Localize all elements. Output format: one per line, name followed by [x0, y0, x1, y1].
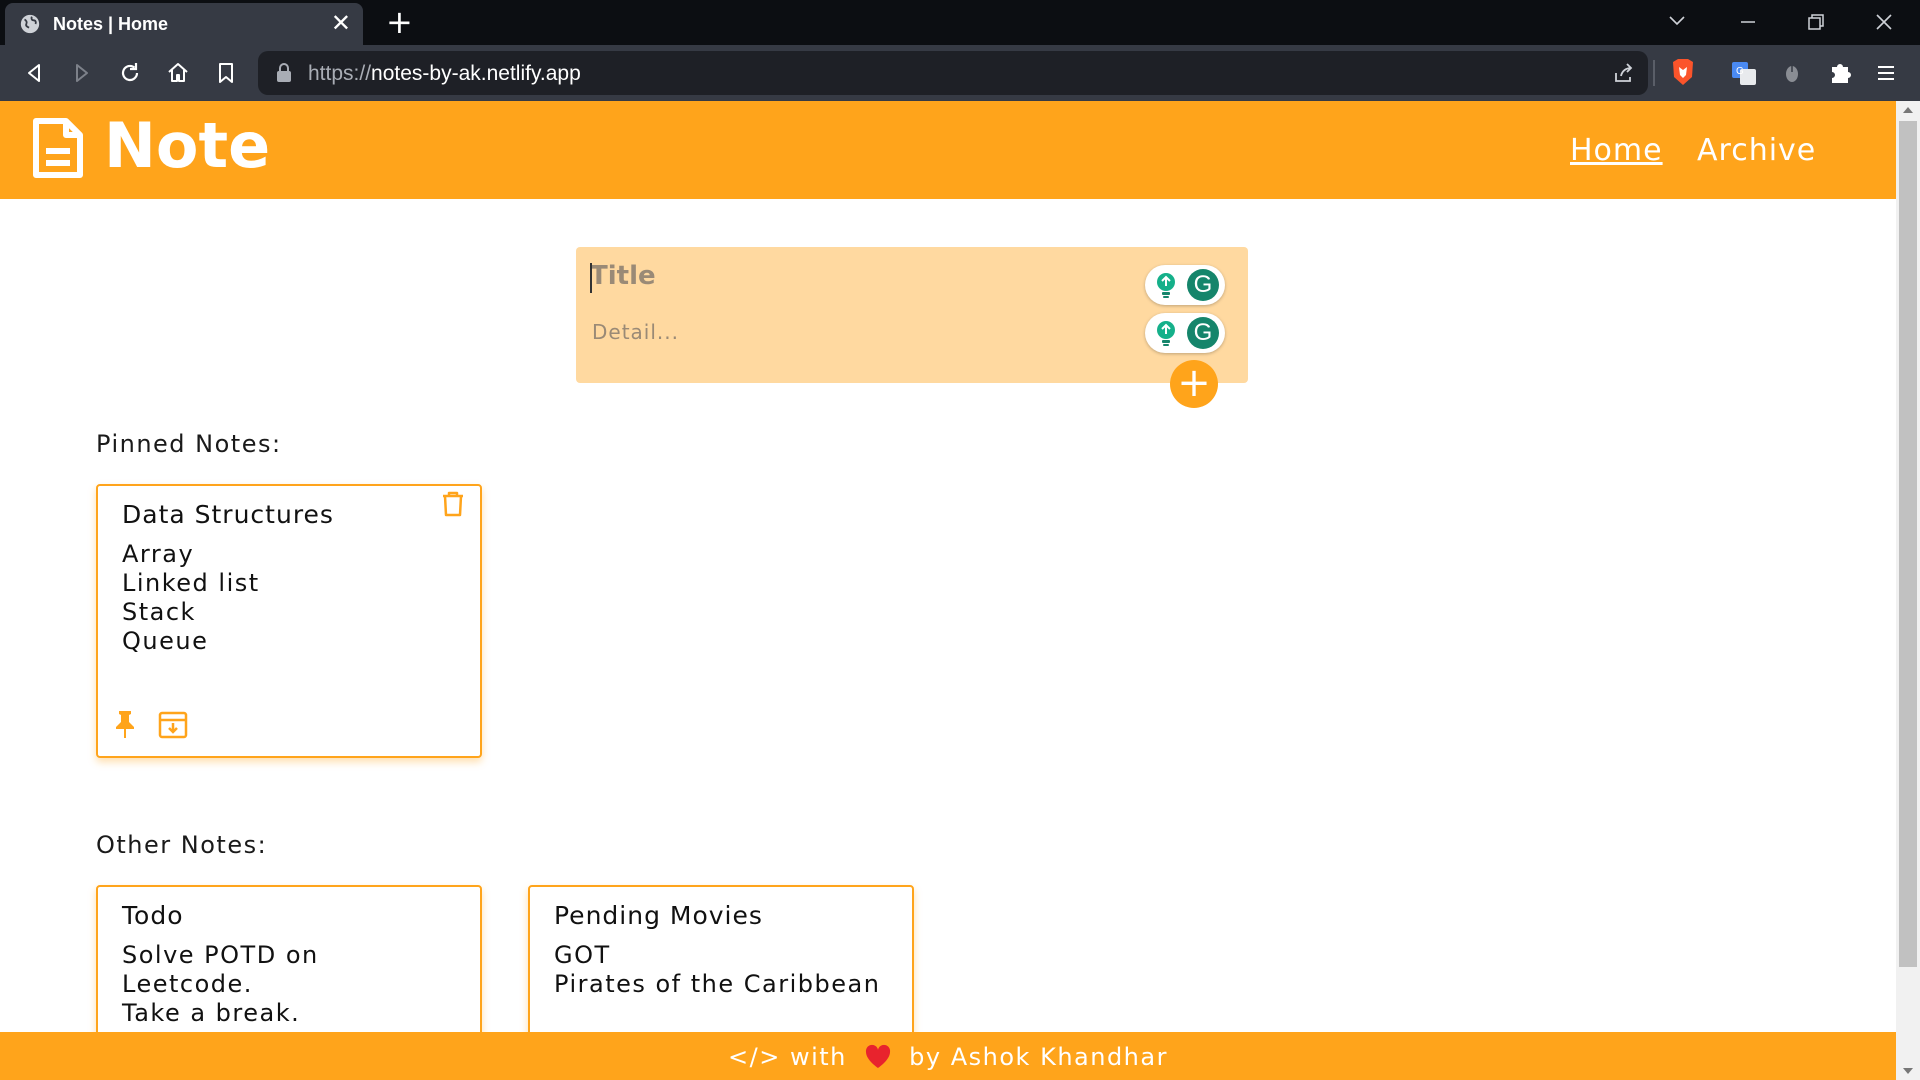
tab-title: Notes | Home: [53, 14, 169, 34]
restore-icon[interactable]: [1806, 12, 1826, 32]
grammarly-icon[interactable]: G: [1187, 317, 1219, 349]
footer-author: by Ashok Khandhar: [909, 1043, 1168, 1071]
lightbulb-icon[interactable]: [1153, 271, 1179, 299]
toolbar-separator: [1653, 60, 1655, 86]
pinned-notes-label: Pinned Notes:: [96, 430, 282, 458]
app-footer: </> with by Ashok Khandhar: [0, 1032, 1896, 1080]
grammarly-widget-title[interactable]: G: [1145, 265, 1225, 305]
lock-icon[interactable]: [276, 63, 292, 83]
svg-text:G: G: [1736, 66, 1744, 77]
menu-icon[interactable]: [1872, 59, 1900, 87]
browser-toolbar: https://notes-by-ak.netlify.app G: [0, 45, 1920, 101]
grammarly-icon[interactable]: G: [1187, 269, 1219, 301]
app-header: Note Home Archive: [0, 101, 1896, 199]
extension-mouse-icon[interactable]: [1778, 59, 1806, 87]
nav-archive-link[interactable]: Archive: [1697, 133, 1816, 168]
note-title: Todo: [122, 901, 184, 930]
nav-home-link[interactable]: Home: [1570, 133, 1663, 168]
scroll-down-icon[interactable]: [1902, 1067, 1914, 1075]
document-icon: [33, 118, 83, 178]
note-composer: Title Detail... G G: [576, 247, 1248, 383]
new-tab-button[interactable]: +: [386, 6, 413, 38]
browser-tab[interactable]: Notes | Home ✕: [5, 3, 363, 45]
note-body: GOT Pirates of the Caribbean: [554, 941, 881, 998]
home-icon[interactable]: [164, 59, 192, 87]
minimize-icon[interactable]: [1738, 12, 1758, 32]
archive-icon[interactable]: [158, 711, 188, 739]
app-logo-text[interactable]: Note: [104, 109, 270, 182]
reload-icon[interactable]: [116, 59, 144, 87]
note-body: Solve POTD on Leetcode. Take a break.: [122, 941, 319, 1027]
translate-icon[interactable]: G: [1730, 59, 1758, 87]
tab-close-button[interactable]: ✕: [331, 11, 351, 35]
trash-icon[interactable]: [440, 490, 466, 518]
footer-prefix: </> with: [728, 1043, 847, 1071]
brave-shield-icon[interactable]: [1670, 57, 1696, 87]
grammarly-widget-detail[interactable]: G: [1145, 313, 1225, 353]
lightbulb-icon[interactable]: [1153, 319, 1179, 347]
globe-icon: [20, 14, 40, 34]
heart-icon: [865, 1044, 891, 1068]
scroll-thumb[interactable]: [1899, 121, 1917, 967]
url-text: https://notes-by-ak.netlify.app: [308, 62, 581, 85]
extensions-puzzle-icon[interactable]: [1826, 59, 1854, 87]
text-caret: [590, 263, 592, 293]
bookmark-icon[interactable]: [212, 59, 240, 87]
address-bar[interactable]: https://notes-by-ak.netlify.app: [258, 51, 1648, 95]
share-icon[interactable]: [1612, 61, 1636, 85]
add-note-button[interactable]: +: [1170, 360, 1218, 408]
title-input[interactable]: Title: [590, 261, 656, 291]
back-icon[interactable]: [20, 59, 48, 87]
tab-search-icon[interactable]: [1668, 12, 1686, 30]
browser-tab-strip: Notes | Home ✕ +: [0, 0, 1920, 45]
page-scrollbar[interactable]: [1896, 101, 1920, 1080]
other-notes-label: Other Notes:: [96, 831, 268, 859]
note-title: Data Structures: [122, 500, 334, 529]
note-body: Array Linked list Stack Queue: [122, 540, 260, 655]
close-window-icon[interactable]: [1874, 12, 1894, 32]
detail-input[interactable]: Detail...: [592, 320, 679, 344]
note-title: Pending Movies: [554, 901, 763, 930]
note-card[interactable]: Data Structures Array Linked list Stack …: [96, 484, 482, 758]
scroll-up-icon[interactable]: [1902, 106, 1914, 114]
forward-icon[interactable]: [68, 59, 96, 87]
pin-icon[interactable]: [112, 709, 138, 739]
page: Note Home Archive Title Detail... G G + …: [0, 101, 1896, 1080]
